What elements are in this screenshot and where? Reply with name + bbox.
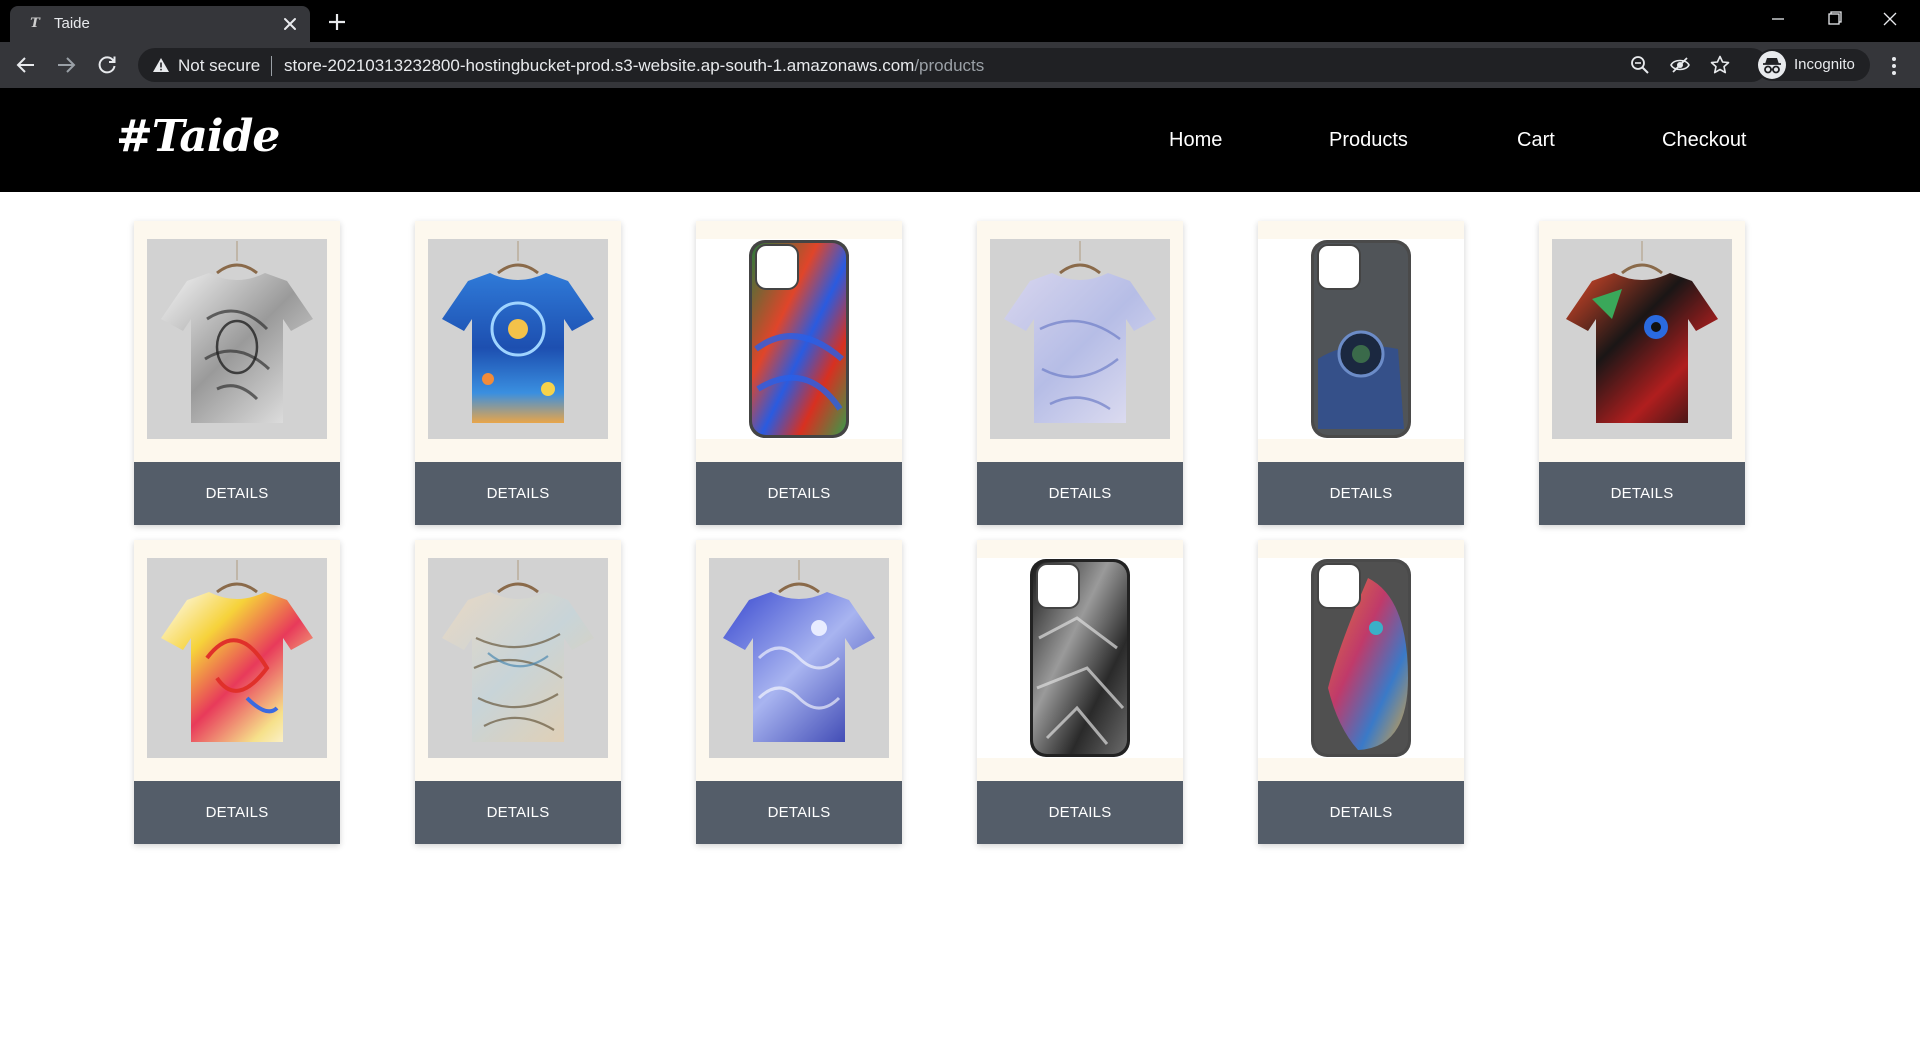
product-image[interactable] bbox=[147, 239, 327, 439]
product-image[interactable] bbox=[709, 558, 889, 758]
details-button[interactable]: DETAILS bbox=[415, 462, 621, 525]
product-card: DETAILS bbox=[415, 221, 621, 525]
product-image[interactable] bbox=[1552, 239, 1732, 439]
product-card: DETAILS bbox=[1539, 221, 1745, 525]
address-bar[interactable]: Not secure store-20210313232800-hostingb… bbox=[138, 48, 1768, 82]
back-arrow-icon[interactable] bbox=[14, 53, 38, 77]
product-card: DETAILS bbox=[1258, 221, 1464, 525]
product-grid: DETAILS DETAILS DETAILS DETAILS DETAILS … bbox=[134, 221, 1834, 851]
close-window-icon[interactable] bbox=[1874, 6, 1906, 32]
product-card: DETAILS bbox=[977, 221, 1183, 525]
site-logo[interactable]: #Taide bbox=[116, 112, 280, 162]
product-card: DETAILS bbox=[977, 540, 1183, 844]
browser-toolbar: Not secure store-20210313232800-hostingb… bbox=[0, 42, 1920, 88]
product-image[interactable] bbox=[1258, 239, 1464, 439]
browser-tab-strip: T Taide bbox=[0, 0, 1920, 42]
product-card: DETAILS bbox=[696, 540, 902, 844]
incognito-profile-button[interactable]: Incognito bbox=[1756, 49, 1870, 81]
warning-icon[interactable] bbox=[152, 57, 170, 73]
tab-close-icon[interactable] bbox=[280, 14, 300, 34]
nav-link-home[interactable]: Home bbox=[1169, 128, 1222, 152]
details-button[interactable]: DETAILS bbox=[134, 462, 340, 525]
tab-title: Taide bbox=[54, 15, 90, 32]
browser-tab[interactable]: T Taide bbox=[10, 6, 310, 42]
product-card: DETAILS bbox=[696, 221, 902, 525]
url-path: /products bbox=[914, 56, 985, 75]
product-card: DETAILS bbox=[415, 540, 621, 844]
nav-link-products[interactable]: Products bbox=[1329, 128, 1408, 152]
minimize-icon[interactable] bbox=[1762, 6, 1794, 32]
browser-menu-icon[interactable] bbox=[1884, 54, 1904, 78]
product-image[interactable] bbox=[977, 558, 1183, 758]
url-host: store-20210313232800-hostingbucket-prod.… bbox=[284, 56, 915, 75]
url-text[interactable]: store-20210313232800-hostingbucket-prod.… bbox=[284, 56, 984, 76]
site-header: #Taide Home Products Cart Checkout bbox=[0, 88, 1920, 192]
details-button[interactable]: DETAILS bbox=[1258, 462, 1464, 525]
security-status[interactable]: Not secure bbox=[178, 56, 260, 76]
reload-icon[interactable] bbox=[95, 53, 119, 77]
incognito-label: Incognito bbox=[1794, 56, 1855, 73]
details-button[interactable]: DETAILS bbox=[134, 781, 340, 844]
product-image[interactable] bbox=[428, 239, 608, 439]
address-divider bbox=[271, 56, 272, 76]
restore-icon[interactable] bbox=[1818, 6, 1850, 32]
new-tab-icon[interactable] bbox=[325, 10, 349, 34]
product-image[interactable] bbox=[147, 558, 327, 758]
details-button[interactable]: DETAILS bbox=[696, 781, 902, 844]
tracking-blocked-eye-icon[interactable] bbox=[1670, 55, 1690, 75]
bookmark-star-icon[interactable] bbox=[1710, 55, 1730, 75]
tab-favicon-icon: T bbox=[30, 16, 40, 31]
nav-link-cart[interactable]: Cart bbox=[1517, 128, 1555, 152]
incognito-icon bbox=[1758, 51, 1786, 79]
details-button[interactable]: DETAILS bbox=[977, 781, 1183, 844]
product-image[interactable] bbox=[1258, 558, 1464, 758]
product-card: DETAILS bbox=[134, 221, 340, 525]
nav-link-checkout[interactable]: Checkout bbox=[1662, 128, 1747, 152]
zoom-icon[interactable] bbox=[1630, 55, 1650, 75]
details-button[interactable]: DETAILS bbox=[696, 462, 902, 525]
product-card: DETAILS bbox=[1258, 540, 1464, 844]
details-button[interactable]: DETAILS bbox=[977, 462, 1183, 525]
product-image[interactable] bbox=[428, 558, 608, 758]
details-button[interactable]: DETAILS bbox=[415, 781, 621, 844]
details-button[interactable]: DETAILS bbox=[1258, 781, 1464, 844]
forward-arrow-icon[interactable] bbox=[54, 53, 78, 77]
product-image[interactable] bbox=[990, 239, 1170, 439]
product-card: DETAILS bbox=[134, 540, 340, 844]
product-image[interactable] bbox=[696, 239, 902, 439]
details-button[interactable]: DETAILS bbox=[1539, 462, 1745, 525]
